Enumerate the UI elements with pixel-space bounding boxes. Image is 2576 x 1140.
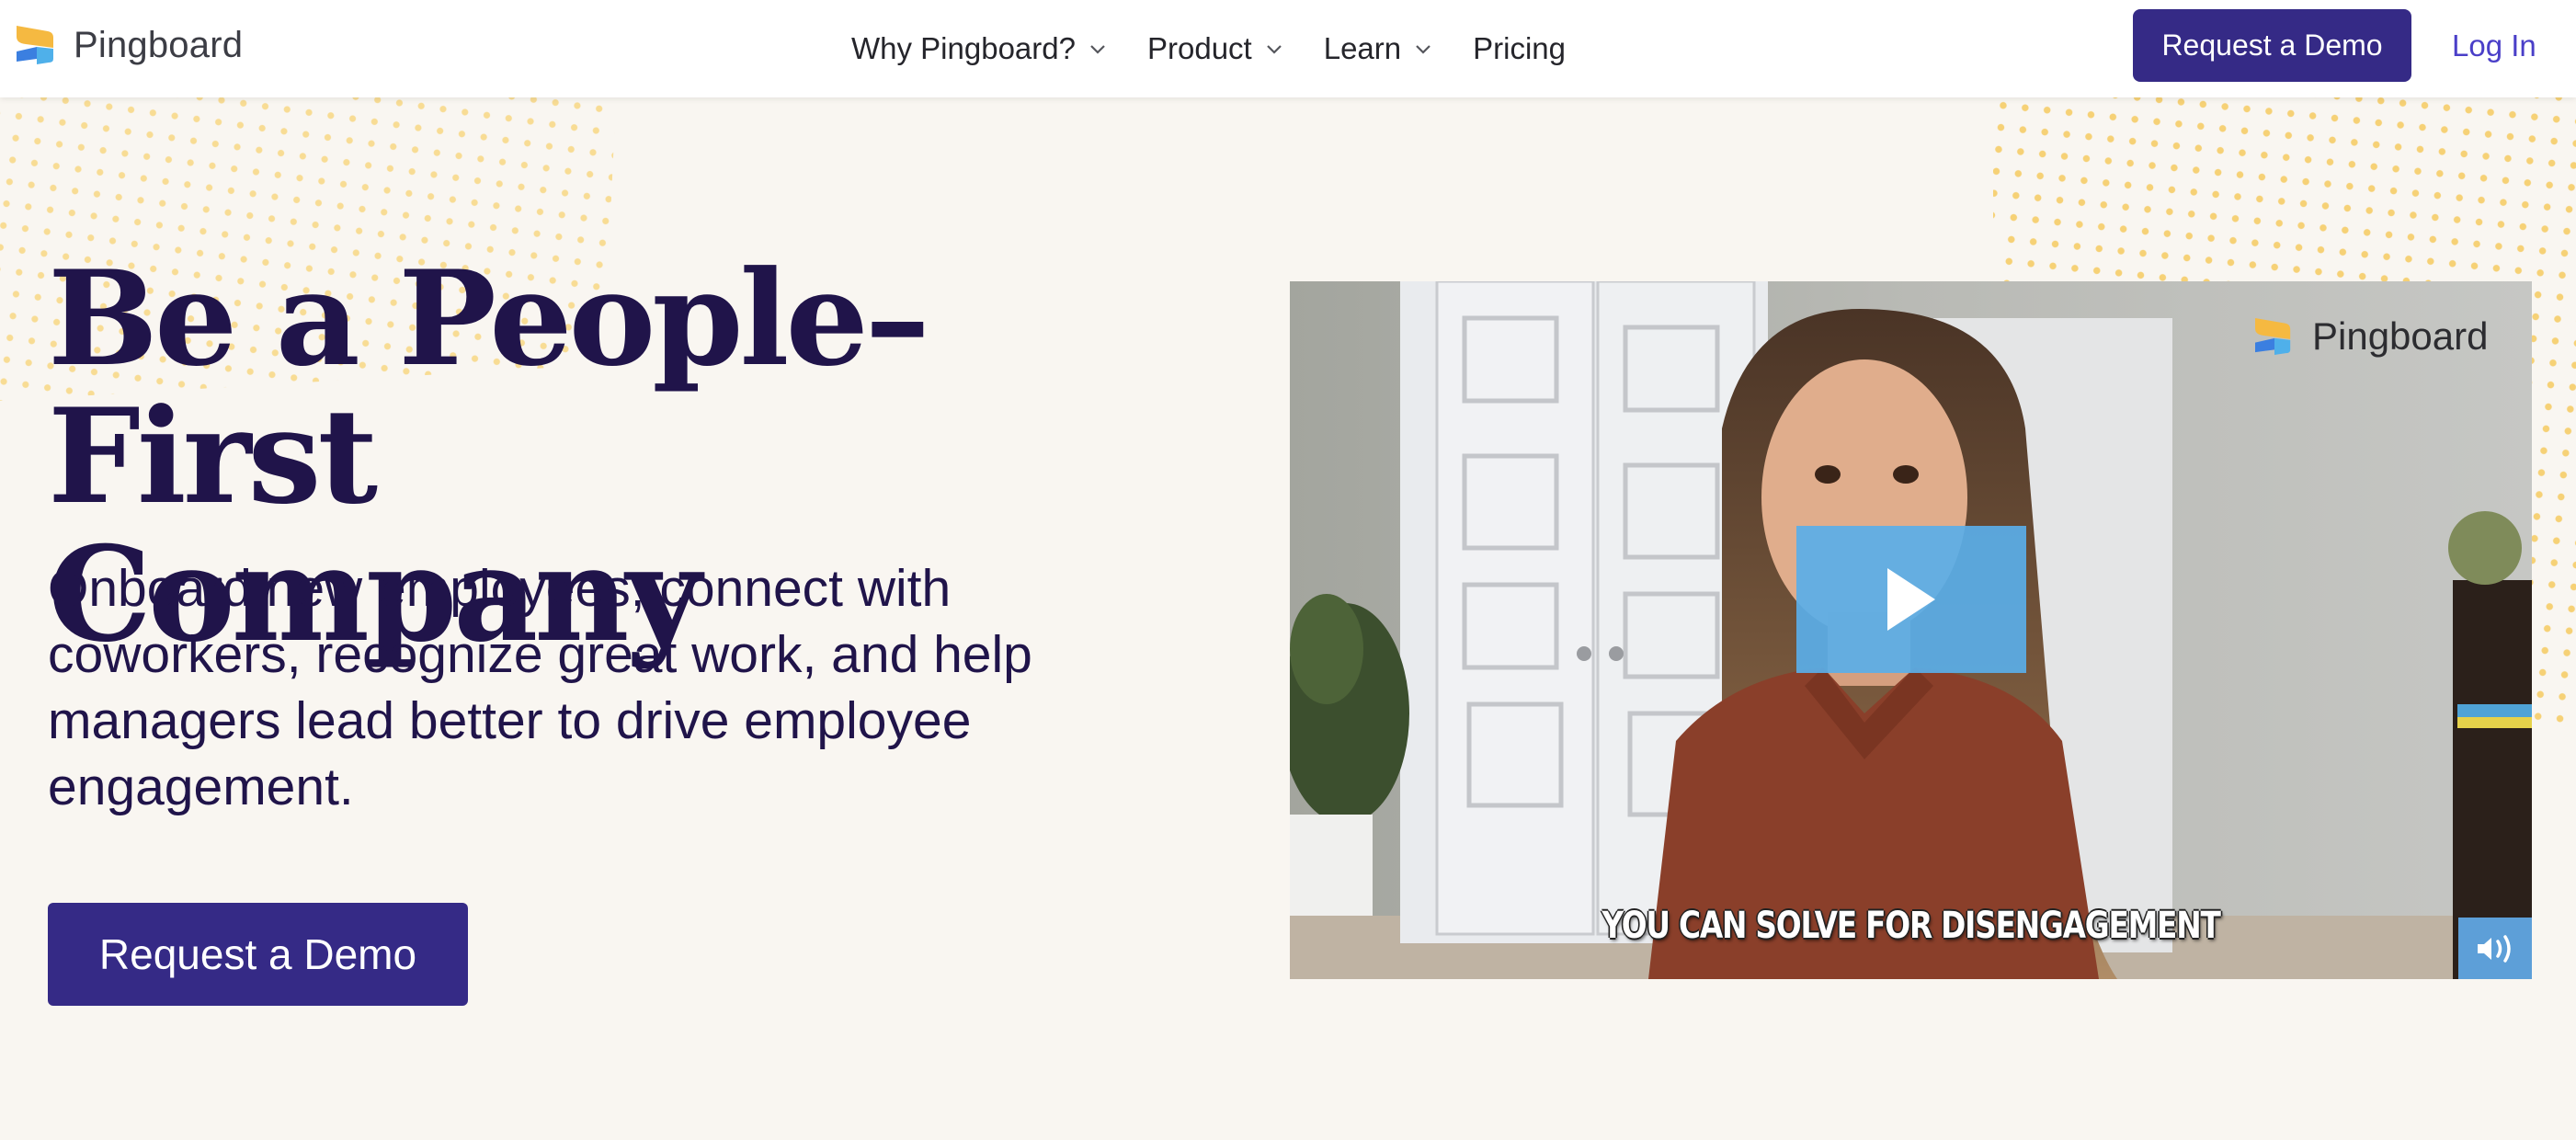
volume-icon — [2478, 934, 2511, 963]
chevron-down-icon — [1266, 45, 1282, 54]
nav-item-learn[interactable]: Learn — [1324, 31, 1432, 66]
video-caption: YOU CAN SOLVE FOR DISENGAGEMENT — [1601, 905, 2220, 947]
login-link[interactable]: Log In — [2452, 0, 2536, 92]
nav-item-label: Why Pingboard? — [851, 31, 1076, 65]
brand-logo-link[interactable]: Pingboard — [17, 24, 243, 66]
nav-item-product[interactable]: Product — [1147, 31, 1283, 66]
request-demo-header-button[interactable]: Request a Demo — [2133, 9, 2411, 82]
play-icon — [1887, 568, 1935, 631]
chevron-down-icon — [1090, 45, 1105, 54]
video-watermark-text: Pingboard — [2312, 314, 2489, 358]
brand-name: Pingboard — [74, 24, 244, 65]
volume-button[interactable] — [2458, 918, 2532, 979]
video-watermark: Pingboard — [2255, 314, 2488, 359]
pingboard-logo-icon — [2255, 317, 2291, 356]
hero-title-line-1: Be a People–First — [48, 243, 930, 533]
hero-subtitle: Onboard new employees, connect with cowo… — [48, 559, 1032, 816]
intro-video-player[interactable]: Pingboard YOU CAN SOLVE FOR DISENGAGEMEN… — [1290, 281, 2532, 979]
nav-item-label: Learn — [1323, 31, 1402, 65]
main-nav: Why Pingboard? Product Learn Pricing — [851, 0, 1606, 97]
nav-item-label: Pricing — [1473, 31, 1566, 65]
play-button[interactable] — [1796, 526, 2026, 673]
chevron-down-icon — [1416, 45, 1430, 54]
nav-item-pricing[interactable]: Pricing — [1473, 31, 1566, 66]
request-demo-hero-button[interactable]: Request a Demo — [48, 903, 468, 1006]
nav-item-why-pingboard[interactable]: Why Pingboard? — [851, 31, 1107, 66]
nav-item-label: Product — [1146, 31, 1252, 65]
site-header: Pingboard Why Pingboard? Product Learn P… — [0, 0, 2576, 97]
pingboard-logo-icon — [17, 26, 53, 64]
